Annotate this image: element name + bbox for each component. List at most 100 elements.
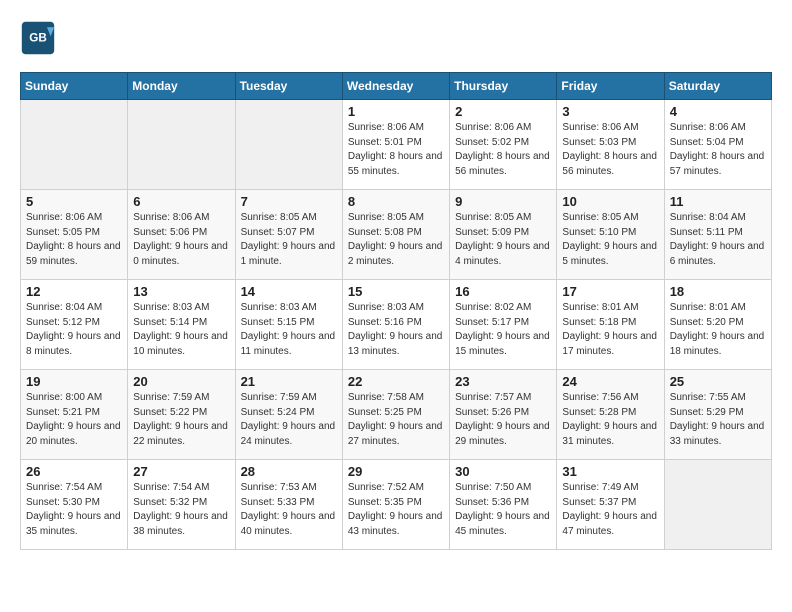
day-detail: Sunrise: 8:06 AMSunset: 5:02 PMDaylight:… — [455, 122, 550, 177]
day-number: 22 — [348, 374, 444, 389]
day-number: 3 — [562, 104, 658, 119]
calendar-cell: 23 Sunrise: 7:57 AMSunset: 5:26 PMDayligh… — [450, 370, 557, 460]
day-number: 23 — [455, 374, 551, 389]
weekday-header: Tuesday — [235, 73, 342, 100]
day-number: 24 — [562, 374, 658, 389]
calendar-cell: 9 Sunrise: 8:05 AMSunset: 5:09 PMDaylight… — [450, 190, 557, 280]
weekday-header: Wednesday — [342, 73, 449, 100]
day-number: 29 — [348, 464, 444, 479]
logo: GB — [20, 20, 62, 56]
day-number: 8 — [348, 194, 444, 209]
day-detail: Sunrise: 8:05 AMSunset: 5:07 PMDaylight:… — [241, 212, 336, 267]
calendar-cell — [664, 460, 771, 550]
day-number: 17 — [562, 284, 658, 299]
day-detail: Sunrise: 8:06 AMSunset: 5:03 PMDaylight:… — [562, 122, 657, 177]
day-detail: Sunrise: 8:06 AMSunset: 5:05 PMDaylight:… — [26, 212, 121, 267]
day-number: 18 — [670, 284, 766, 299]
day-detail: Sunrise: 8:06 AMSunset: 5:01 PMDaylight:… — [348, 122, 443, 177]
calendar-cell: 8 Sunrise: 8:05 AMSunset: 5:08 PMDaylight… — [342, 190, 449, 280]
calendar-cell: 6 Sunrise: 8:06 AMSunset: 5:06 PMDaylight… — [128, 190, 235, 280]
calendar-table: SundayMondayTuesdayWednesdayThursdayFrid… — [20, 72, 772, 550]
day-number: 31 — [562, 464, 658, 479]
calendar-week-row: 26 Sunrise: 7:54 AMSunset: 5:30 PMDayligh… — [21, 460, 772, 550]
day-number: 9 — [455, 194, 551, 209]
calendar-cell: 4 Sunrise: 8:06 AMSunset: 5:04 PMDaylight… — [664, 100, 771, 190]
day-number: 26 — [26, 464, 122, 479]
calendar-cell: 25 Sunrise: 7:55 AMSunset: 5:29 PMDayligh… — [664, 370, 771, 460]
day-detail: Sunrise: 7:54 AMSunset: 5:30 PMDaylight:… — [26, 482, 121, 537]
weekday-header: Saturday — [664, 73, 771, 100]
calendar-cell: 14Sunrise: 8:03 AMSunset: 5:15 PMDayligh… — [235, 280, 342, 370]
calendar-cell: 16Sunrise: 8:02 AMSunset: 5:17 PMDayligh… — [450, 280, 557, 370]
day-number: 10 — [562, 194, 658, 209]
calendar-cell: 21Sunrise: 7:59 AMSunset: 5:24 PMDayligh… — [235, 370, 342, 460]
day-number: 6 — [133, 194, 229, 209]
day-detail: Sunrise: 8:04 AMSunset: 5:11 PMDaylight:… — [670, 212, 765, 267]
weekday-header: Friday — [557, 73, 664, 100]
page-header: GB — [20, 20, 772, 56]
calendar-cell: 12 Sunrise: 8:04 AMSunset: 5:12 PMDayligh… — [21, 280, 128, 370]
calendar-cell — [21, 100, 128, 190]
logo-icon: GB — [20, 20, 56, 56]
day-detail: Sunrise: 8:05 AMSunset: 5:08 PMDaylight:… — [348, 212, 443, 267]
day-number: 5 — [26, 194, 122, 209]
day-number: 28 — [241, 464, 337, 479]
day-detail: Sunrise: 8:02 AMSunset: 5:17 PMDaylight:… — [455, 302, 550, 357]
day-detail: Sunrise: 8:04 AMSunset: 5:12 PMDaylight:… — [26, 302, 121, 357]
calendar-cell: 30Sunrise: 7:50 AMSunset: 5:36 PMDayligh… — [450, 460, 557, 550]
day-number: 19 — [26, 374, 122, 389]
day-detail: Sunrise: 8:03 AMSunset: 5:14 PMDaylight:… — [133, 302, 228, 357]
day-number: 7 — [241, 194, 337, 209]
day-number: 25 — [670, 374, 766, 389]
calendar-week-row: 19 Sunrise: 8:00 AMSunset: 5:21 PMDayligh… — [21, 370, 772, 460]
calendar-cell: 27 Sunrise: 7:54 AMSunset: 5:32 PMDayligh… — [128, 460, 235, 550]
calendar-cell: 3 Sunrise: 8:06 AMSunset: 5:03 PMDaylight… — [557, 100, 664, 190]
day-detail: Sunrise: 8:06 AMSunset: 5:04 PMDaylight:… — [670, 122, 765, 177]
day-number: 20 — [133, 374, 229, 389]
day-detail: Sunrise: 7:52 AMSunset: 5:35 PMDaylight:… — [348, 482, 443, 537]
calendar-cell: 18 Sunrise: 8:01 AMSunset: 5:20 PMDayligh… — [664, 280, 771, 370]
calendar-week-row: 12 Sunrise: 8:04 AMSunset: 5:12 PMDayligh… — [21, 280, 772, 370]
calendar-cell: 11 Sunrise: 8:04 AMSunset: 5:11 PMDayligh… — [664, 190, 771, 280]
day-detail: Sunrise: 7:54 AMSunset: 5:32 PMDaylight:… — [133, 482, 228, 537]
weekday-header-row: SundayMondayTuesdayWednesdayThursdayFrid… — [21, 73, 772, 100]
day-detail: Sunrise: 8:06 AMSunset: 5:06 PMDaylight:… — [133, 212, 228, 267]
day-number: 27 — [133, 464, 229, 479]
calendar-cell: 1Sunrise: 8:06 AMSunset: 5:01 PMDaylight… — [342, 100, 449, 190]
calendar-cell: 24Sunrise: 7:56 AMSunset: 5:28 PMDayligh… — [557, 370, 664, 460]
weekday-header: Sunday — [21, 73, 128, 100]
day-detail: Sunrise: 8:01 AMSunset: 5:20 PMDaylight:… — [670, 302, 765, 357]
calendar-cell: 5 Sunrise: 8:06 AMSunset: 5:05 PMDaylight… — [21, 190, 128, 280]
weekday-header: Monday — [128, 73, 235, 100]
day-number: 15 — [348, 284, 444, 299]
day-detail: Sunrise: 8:00 AMSunset: 5:21 PMDaylight:… — [26, 392, 121, 447]
day-number: 2 — [455, 104, 551, 119]
calendar-cell — [235, 100, 342, 190]
day-detail: Sunrise: 7:57 AMSunset: 5:26 PMDaylight:… — [455, 392, 550, 447]
calendar-week-row: 1Sunrise: 8:06 AMSunset: 5:01 PMDaylight… — [21, 100, 772, 190]
day-detail: Sunrise: 7:49 AMSunset: 5:37 PMDaylight:… — [562, 482, 657, 537]
day-detail: Sunrise: 7:59 AMSunset: 5:22 PMDaylight:… — [133, 392, 228, 447]
day-detail: Sunrise: 8:05 AMSunset: 5:09 PMDaylight:… — [455, 212, 550, 267]
day-number: 30 — [455, 464, 551, 479]
calendar-cell: 29 Sunrise: 7:52 AMSunset: 5:35 PMDayligh… — [342, 460, 449, 550]
day-number: 4 — [670, 104, 766, 119]
calendar-cell: 17 Sunrise: 8:01 AMSunset: 5:18 PMDayligh… — [557, 280, 664, 370]
calendar-cell — [128, 100, 235, 190]
calendar-cell: 20 Sunrise: 7:59 AMSunset: 5:22 PMDayligh… — [128, 370, 235, 460]
day-number: 12 — [26, 284, 122, 299]
day-detail: Sunrise: 8:01 AMSunset: 5:18 PMDaylight:… — [562, 302, 657, 357]
day-number: 11 — [670, 194, 766, 209]
day-detail: Sunrise: 8:05 AMSunset: 5:10 PMDaylight:… — [562, 212, 657, 267]
calendar-week-row: 5 Sunrise: 8:06 AMSunset: 5:05 PMDaylight… — [21, 190, 772, 280]
calendar-cell: 15Sunrise: 8:03 AMSunset: 5:16 PMDayligh… — [342, 280, 449, 370]
calendar-cell: 10 Sunrise: 8:05 AMSunset: 5:10 PMDayligh… — [557, 190, 664, 280]
svg-text:GB: GB — [29, 32, 47, 45]
calendar-cell: 2 Sunrise: 8:06 AMSunset: 5:02 PMDaylight… — [450, 100, 557, 190]
day-number: 21 — [241, 374, 337, 389]
day-detail: Sunrise: 7:53 AMSunset: 5:33 PMDaylight:… — [241, 482, 336, 537]
calendar-cell: 26 Sunrise: 7:54 AMSunset: 5:30 PMDayligh… — [21, 460, 128, 550]
day-detail: Sunrise: 7:58 AMSunset: 5:25 PMDaylight:… — [348, 392, 443, 447]
day-detail: Sunrise: 7:55 AMSunset: 5:29 PMDaylight:… — [670, 392, 765, 447]
calendar-cell: 28 Sunrise: 7:53 AMSunset: 5:33 PMDayligh… — [235, 460, 342, 550]
